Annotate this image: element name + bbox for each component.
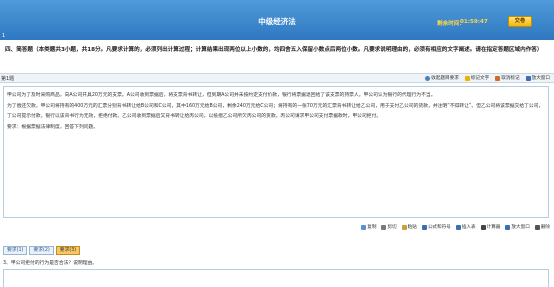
top-header-bar: 中级经济法 剩余时间： 01:59:47 交卷 1 [0,0,554,40]
paste-icon [401,224,407,230]
copy-icon [361,224,367,230]
question-number: 1 [2,33,6,39]
insert-table-button[interactable]: 插入表 [455,224,476,230]
tool-label: 放大窗口 [531,76,550,81]
answer-toolbar: 复制 剪切 粘贴 公式和符号 插入表 计算器 放大窗口 删除 [361,224,550,230]
calculator-icon [480,224,486,230]
tab-requirement-2[interactable]: 要求(2) [29,246,54,255]
paste-button[interactable]: 粘贴 [401,224,417,230]
formula-icon [421,224,427,230]
tool-label: 删除 [540,225,550,230]
question-bar: 第1题 收起题目要求 标记文字 取消标记 放大窗口 [0,73,554,83]
highlight-text-button[interactable]: 标记文字 [464,75,490,81]
tool-label: 插入表 [461,225,476,230]
enlarge-answer-button[interactable]: 放大窗口 [505,224,530,230]
tool-label: 放大窗口 [511,225,530,230]
question-passage: 甲公司为了及时采购商品，向A公司开具20万元的支票。A公司收到票据后，将支票背书… [3,86,549,218]
tool-label: 收起题目要求 [431,76,459,81]
passage-paragraph: 要求：根据票据法律制度，回答下列问题。 [7,124,99,130]
eraser-icon [495,75,501,81]
tool-label: 计算器 [486,225,501,230]
question-label: 第1题 [1,76,15,82]
clear-highlight-button[interactable]: 取消标记 [495,75,520,81]
question-tools: 收起题目要求 标记文字 取消标记 放大窗口 [425,75,550,81]
requirement-tabs: 要求(1) 要求(2) 要求(3) [3,246,81,255]
timer-value: 01:59:47 [460,19,488,25]
enlarge-icon [525,75,531,81]
enlarge-icon [505,224,511,230]
answer-input-area[interactable] [3,269,549,287]
tab-requirement-3[interactable]: 要求(3) [55,246,81,255]
collapse-requirements-button[interactable]: 收起题目要求 [425,75,459,81]
cut-button[interactable]: 剪切 [381,224,397,230]
collapse-icon [425,75,431,81]
tool-label: 剪切 [387,225,397,230]
section-instruction: 四、简答题（本类题共3小题，共18分。凡要求计算的，必须列出计算过程；计算结果出… [5,47,543,53]
highlight-pen-icon [464,75,470,81]
passage-paragraph: 为了偿还欠款，甲公司将持有的400万元的汇票分别背书转让给B公司和C公司，其中1… [7,103,544,120]
tool-label: 公式和符号 [427,225,451,230]
cut-icon [381,224,387,230]
tool-label: 复制 [367,225,377,230]
submit-exam-button[interactable]: 交卷 [508,16,532,27]
table-icon [455,224,461,230]
enlarge-window-button[interactable]: 放大窗口 [525,75,550,81]
delete-button[interactable]: 删除 [534,224,550,230]
sub-question-text: 3、甲公司拒付的行为是否合法？说明理由。 [3,261,98,266]
tool-label: 标记文字 [470,76,490,81]
delete-icon [534,224,540,230]
calculator-button[interactable]: 计算器 [480,224,501,230]
formula-symbol-button[interactable]: 公式和符号 [421,224,451,230]
passage-paragraph: 甲公司为了及时采购商品，向A公司开具20万元的支票。A公司收到票据后，将支票背书… [7,93,436,98]
copy-button[interactable]: 复制 [361,224,376,230]
tool-label: 粘贴 [407,225,417,230]
tab-requirement-1[interactable]: 要求(1) [3,246,28,255]
tool-label: 取消标记 [501,76,520,81]
